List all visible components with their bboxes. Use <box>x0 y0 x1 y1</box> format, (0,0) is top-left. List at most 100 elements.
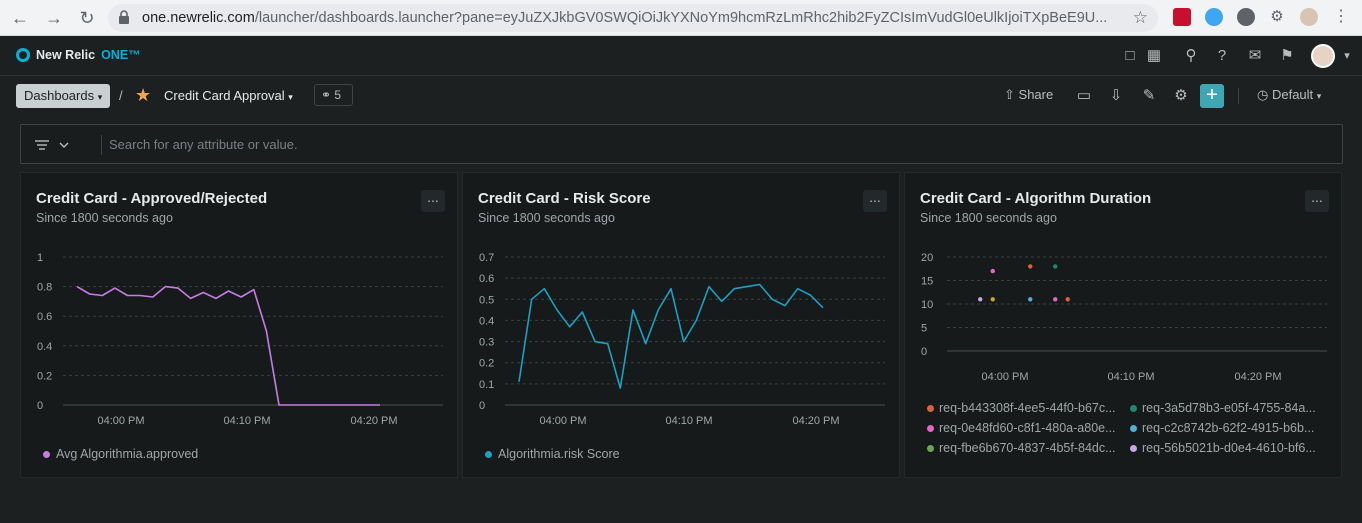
browser-toolbar: ← → ↻ one.newrelic.com/launcher/dashboar… <box>0 0 1362 36</box>
legend-label: req-56b5021b-d0e4-4610-bf6... <box>1142 441 1316 455</box>
dashboards-breadcrumb-button[interactable]: Dashboards ▾ <box>16 84 111 108</box>
help-icon[interactable]: ? <box>1212 46 1232 66</box>
extension-icon[interactable] <box>1173 8 1191 26</box>
profile-icon[interactable] <box>1300 8 1318 26</box>
x-tick-label: 04:00 PM <box>981 371 1028 383</box>
chart-builder-icon[interactable]: □ <box>1120 46 1140 66</box>
legend-item[interactable]: req-3a5d78b3-e05f-4755-84a... <box>1130 401 1322 415</box>
chevron-down-icon: ▾ <box>97 92 103 102</box>
favorite-star-icon[interactable]: ★ <box>135 85 151 106</box>
url-text: one.newrelic.com/launcher/dashboards.lau… <box>142 10 1108 26</box>
legend-item[interactable]: Avg Algorithmia.approved <box>43 447 198 461</box>
settings-gear-icon[interactable]: ⚙ <box>1171 86 1191 106</box>
legend-item[interactable]: req-0e48fd60-c8f1-480a-a80e... <box>927 421 1119 435</box>
legend-dot <box>1130 404 1137 412</box>
dashboard-title[interactable]: Credit Card Approval ▾ <box>164 88 293 103</box>
feedback-icon[interactable]: ✉ <box>1245 46 1265 66</box>
y-tick-label: 20 <box>921 252 933 264</box>
clock-icon: ◷ <box>1257 87 1269 102</box>
legend-label: req-c2c8742b-62f2-4915-b6b... <box>1142 421 1315 435</box>
data-point <box>990 297 995 302</box>
legend-dot <box>927 404 934 412</box>
legend-dot <box>927 424 934 432</box>
legend-item[interactable]: req-c2c8742b-62f2-4915-b6b... <box>1130 421 1322 435</box>
edit-pencil-icon[interactable]: ✎ <box>1139 86 1159 106</box>
filter-bar[interactable]: Search for any attribute or value. <box>20 124 1343 164</box>
y-tick-label: 0.4 <box>37 341 52 353</box>
logo-mark-icon <box>16 48 30 62</box>
x-tick-label: 04:20 PM <box>350 415 397 427</box>
y-tick-label: 0 <box>37 400 43 412</box>
legend-item[interactable]: req-b443308f-4ee5-44f0-b67c... <box>927 401 1119 415</box>
back-icon[interactable]: ← <box>8 6 32 30</box>
new-relic-logo[interactable]: New Relic ONE™ <box>16 48 141 62</box>
puzzle-icon[interactable]: ⚙ <box>1268 8 1286 26</box>
filter-icon[interactable] <box>33 135 81 155</box>
search-input[interactable]: Search for any attribute or value. <box>109 137 298 152</box>
y-tick-label: 0.6 <box>479 273 494 285</box>
legend-dot <box>43 450 50 458</box>
x-tick-label: 04:00 PM <box>97 415 144 427</box>
extension-icon[interactable] <box>1205 8 1223 26</box>
share-icon: ⇧ <box>1004 87 1015 102</box>
address-bar[interactable]: one.newrelic.com/launcher/dashboards.lau… <box>108 4 1158 32</box>
data-point <box>1053 297 1058 302</box>
legend-item[interactable]: Algorithmia.risk Score <box>485 447 620 461</box>
bookmark-star-icon[interactable]: ☆ <box>1133 8 1148 28</box>
y-tick-label: 0.4 <box>479 315 494 327</box>
y-tick-label: 5 <box>921 323 927 335</box>
legend-item[interactable]: req-fbe6b670-4837-4b5f-84dc... <box>927 441 1119 455</box>
y-tick-label: 0.8 <box>37 282 52 294</box>
data-point <box>1028 264 1033 269</box>
y-tick-label: 0.1 <box>479 379 494 391</box>
share-button[interactable]: ⇧ Share <box>1004 87 1053 103</box>
search-icon[interactable]: ⚲ <box>1181 46 1201 66</box>
x-tick-label: 04:10 PM <box>1107 371 1154 383</box>
legend-dot <box>927 444 934 452</box>
legend-dot <box>1130 424 1137 432</box>
tv-mode-icon[interactable]: ▭ <box>1074 86 1094 106</box>
legend-item[interactable]: req-56b5021b-d0e4-4610-bf6... <box>1130 441 1322 455</box>
chevron-down-icon: ▾ <box>288 92 293 102</box>
x-tick-label: 04:20 PM <box>1234 371 1281 383</box>
time-picker[interactable]: ◷ Default ▾ <box>1257 87 1321 103</box>
legend: req-b443308f-4ee5-44f0-b67c... req-3a5d78… <box>927 401 1327 465</box>
extension-icon[interactable] <box>1237 8 1255 26</box>
widget-algorithm-duration: Credit Card - Algorithm Duration Since 1… <box>904 172 1342 478</box>
y-tick-label: 0.2 <box>37 370 52 382</box>
y-tick-label: 0 <box>479 400 485 412</box>
avatar[interactable] <box>1311 44 1335 68</box>
data-point <box>978 297 983 302</box>
legend-dot <box>485 450 492 458</box>
reload-icon[interactable]: ↻ <box>75 6 99 30</box>
legend-label: req-fbe6b670-4837-4b5f-84dc... <box>939 441 1116 455</box>
tag-icon: ⚭ <box>321 88 332 102</box>
breadcrumb-separator: / <box>119 88 123 103</box>
data-point <box>1065 297 1070 302</box>
data-point <box>990 268 995 274</box>
legend-label: req-0e48fd60-c8f1-480a-a80e... <box>939 421 1116 435</box>
y-tick-label: 0 <box>921 346 927 358</box>
y-tick-label: 15 <box>921 276 933 288</box>
chevron-down-icon[interactable]: ▾ <box>1337 46 1357 66</box>
line-chart: 0 0.2 0.4 0.6 0.8 1 04:00 PM 04:10 PM 04:20 PM <box>37 252 443 427</box>
legend-label: req-3a5d78b3-e05f-4755-84a... <box>1142 401 1316 415</box>
series-line <box>518 283 824 389</box>
y-tick-label: 0.6 <box>37 311 52 323</box>
dashboard-toolbar: Dashboards ▾ / ★ Credit Card Approval ▾ … <box>0 76 1362 116</box>
forward-icon[interactable]: → <box>42 6 66 30</box>
app-header: New Relic ONE™ □ ▦ ⚲ ? ✉ ⚑ ▾ <box>0 36 1362 76</box>
widget-risk-score: Credit Card - Risk Score Since 1800 seco… <box>462 172 900 478</box>
apps-icon[interactable]: ▦ <box>1144 46 1164 66</box>
download-icon[interactable]: ⇩ <box>1106 86 1126 106</box>
y-tick-label: 0.7 <box>479 252 494 264</box>
chevron-down-icon: ▾ <box>1316 91 1322 101</box>
announcements-icon[interactable]: ⚑ <box>1277 46 1297 66</box>
toolbar-divider <box>1238 88 1239 104</box>
more-menu-icon[interactable]: ⋮ <box>1332 8 1350 26</box>
x-tick-label: 04:00 PM <box>539 415 586 427</box>
tags-button[interactable]: ⚭ 5 <box>314 84 353 106</box>
page-background <box>0 478 1362 523</box>
widget-approved-rejected: Credit Card - Approved/Rejected Since 18… <box>20 172 458 478</box>
add-widget-button[interactable]: + <box>1200 84 1224 108</box>
